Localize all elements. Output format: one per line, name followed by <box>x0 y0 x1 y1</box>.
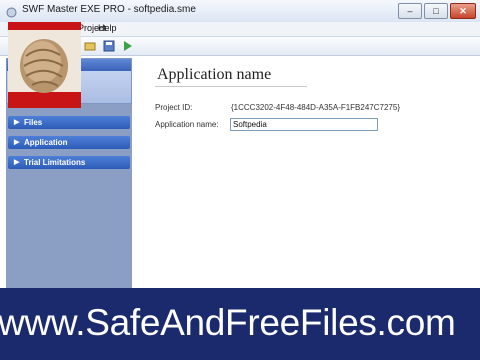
menu-help[interactable]: Help <box>98 23 117 33</box>
watermark-text: www.SafeAndFreeFiles.com <box>0 302 456 343</box>
play-icon[interactable] <box>121 40 133 52</box>
close-button[interactable]: ✕ <box>450 3 476 19</box>
save-icon[interactable] <box>103 40 115 52</box>
sidebar-item-label: Files <box>24 118 43 127</box>
app-name-label: Application name: <box>155 120 219 129</box>
open-icon[interactable] <box>84 40 96 52</box>
main-panel: Application name Project ID: {1CCC3202-4… <box>133 58 480 288</box>
page-title: Application name <box>157 66 272 83</box>
sidebar-item-label: Trial Limitations <box>24 158 86 167</box>
window-title: SWF Master EXE PRO - softpedia.sme <box>22 4 196 15</box>
project-id-label: Project ID: <box>155 103 193 112</box>
sidebar-item-application[interactable]: ▶ Application <box>8 136 130 149</box>
window-controls: – □ ✕ <box>398 3 476 19</box>
app-icon <box>6 5 17 18</box>
video-thumbnail <box>8 22 81 108</box>
watermark-banner: www.SafeAndFreeFiles.com <box>0 288 480 360</box>
sidebar-item-files[interactable]: ▶ Files <box>8 116 130 129</box>
chevron-right-icon: ▶ <box>14 159 20 166</box>
minimize-button[interactable]: – <box>398 3 422 19</box>
title-bar[interactable]: SWF Master EXE PRO - softpedia.sme – □ ✕ <box>0 0 480 23</box>
chevron-right-icon: ▶ <box>14 139 20 146</box>
chevron-right-icon: ▶ <box>14 119 20 126</box>
maximize-button[interactable]: □ <box>424 3 448 19</box>
sidebar-item-label: Application <box>24 138 68 147</box>
title-divider <box>155 86 307 87</box>
sidebar-item-trial-limitations[interactable]: ▶ Trial Limitations <box>8 156 130 169</box>
app-name-input[interactable] <box>230 118 378 131</box>
project-id-value: {1CCC3202-4F48-484D-A35A-F1FB247C7275} <box>231 103 400 112</box>
